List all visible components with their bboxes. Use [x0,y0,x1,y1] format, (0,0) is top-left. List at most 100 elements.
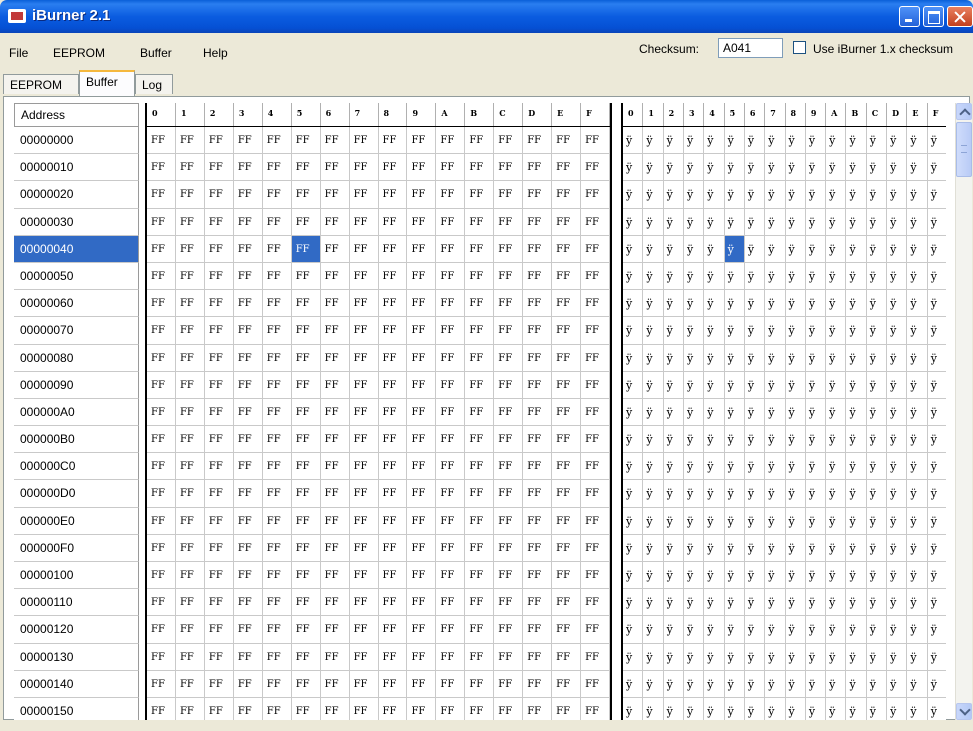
hex-cell[interactable]: FF [321,181,350,208]
ascii-cell[interactable]: ÿ [928,263,946,289]
hex-cell[interactable]: FF [234,670,263,697]
hex-cell[interactable]: FF [494,589,524,616]
hex-cell[interactable]: FF [147,317,176,344]
hex-cell[interactable]: FF [263,398,292,426]
hex-cell[interactable]: FF [176,426,205,453]
hex-cell[interactable]: FF [465,181,495,208]
hex-cell[interactable]: FF [147,534,176,561]
ascii-cell[interactable]: ÿ [643,670,664,697]
ascii-cell[interactable]: ÿ [867,344,888,371]
ascii-cell[interactable]: ÿ [826,371,847,398]
ascii-cell[interactable]: ÿ [643,154,664,181]
ascii-cell[interactable]: ÿ [623,371,644,398]
ascii-cell[interactable]: ÿ [684,643,705,670]
hex-cell[interactable]: FF [581,643,610,670]
address-cell[interactable]: 00000140 [14,670,139,698]
ascii-cell[interactable]: ÿ [928,562,946,588]
hex-cell[interactable]: FF [292,562,321,589]
ascii-cell[interactable]: ÿ [745,643,766,670]
ascii-cell[interactable]: ÿ [907,208,928,235]
ascii-cell[interactable]: ÿ [928,290,946,316]
hex-cell[interactable]: FF [263,317,292,344]
hex-cell[interactable]: FF [436,290,466,317]
ascii-cell[interactable]: ÿ [664,616,684,643]
hex-cell[interactable]: FF [581,398,610,426]
hex-cell[interactable]: FF [234,589,263,616]
ascii-cell[interactable]: ÿ [643,616,664,643]
ascii-cell[interactable]: ÿ [765,371,786,398]
hex-cell[interactable]: FF [407,290,437,317]
hex-cell[interactable]: FF [465,589,495,616]
hex-cell[interactable]: FF [292,127,321,154]
hex-cell[interactable]: FF [581,534,610,561]
ascii-cell[interactable]: ÿ [725,697,745,720]
hex-cell[interactable]: FF [176,643,205,670]
ascii-cell[interactable]: ÿ [745,208,766,235]
hex-cell[interactable]: FF [407,371,437,398]
ascii-cell[interactable]: ÿ [887,507,908,534]
hex-cell[interactable]: FF [263,616,292,643]
hex-cell[interactable]: FF [436,589,466,616]
ascii-cell[interactable]: ÿ [684,453,705,480]
ascii-cell[interactable]: ÿ [623,670,644,697]
ascii-cell[interactable]: ÿ [704,181,725,208]
address-cell[interactable]: 000000C0 [14,453,139,481]
hex-cell[interactable]: FF [321,317,350,344]
ascii-cell[interactable]: ÿ [907,154,928,181]
ascii-cell[interactable]: ÿ [826,670,847,697]
ascii-cell[interactable]: ÿ [806,371,827,398]
hex-cell[interactable]: FF [291,235,321,262]
ascii-cell[interactable]: ÿ [684,480,705,507]
ascii-cell[interactable]: ÿ [704,371,725,398]
ascii-cell[interactable]: ÿ [765,290,786,317]
ascii-cell[interactable]: ÿ [664,262,684,290]
hex-cell[interactable]: FF [292,208,321,235]
ascii-cell[interactable]: ÿ [765,262,786,290]
hex-cell[interactable]: FF [494,426,524,453]
hex-cell[interactable]: FF [552,290,582,317]
hex-cell[interactable]: FF [407,670,437,697]
address-cell[interactable]: 00000080 [14,344,139,372]
hex-cell[interactable]: FF [205,453,234,480]
hex-cell[interactable]: FF [581,616,610,643]
hex-cell[interactable]: FF [581,480,610,507]
hex-cell[interactable]: FF [205,317,234,344]
ascii-cell[interactable]: ÿ [684,507,705,534]
ascii-cell[interactable]: ÿ [704,317,725,344]
ascii-cell[interactable]: ÿ [623,181,644,208]
hex-cell[interactable]: FF [176,181,205,208]
ascii-cell[interactable]: ÿ [867,181,888,208]
ascii-cell[interactable]: ÿ [745,371,766,398]
hex-cell[interactable]: FF [552,344,582,371]
ascii-cell[interactable]: ÿ [725,317,745,344]
hex-cell[interactable]: FF [234,262,263,290]
hex-cell[interactable]: FF [292,344,321,371]
ascii-cell[interactable]: ÿ [907,290,928,317]
ascii-cell[interactable]: ÿ [684,670,705,697]
hex-cell[interactable]: FF [292,154,321,181]
hex-cell[interactable]: FF [263,426,292,453]
hex-cell[interactable]: FF [523,453,553,480]
ascii-cell[interactable]: ÿ [704,290,725,317]
ascii-cell[interactable]: ÿ [928,181,946,207]
hex-cell[interactable]: FF [581,208,610,235]
hex-cell[interactable]: FF [263,371,292,398]
hex-cell[interactable]: FF [552,670,582,697]
hex-cell[interactable]: FF [494,290,524,317]
hex-cell[interactable]: FF [523,697,553,720]
hex-cell[interactable]: FF [234,480,263,507]
hex-cell[interactable]: FF [494,453,524,480]
ascii-cell[interactable]: ÿ [765,235,786,262]
ascii-cell[interactable]: ÿ [826,127,847,154]
ascii-cell[interactable]: ÿ [806,290,827,317]
ascii-cell[interactable]: ÿ [704,507,725,534]
ascii-cell[interactable]: ÿ [786,208,806,235]
ascii-cell[interactable]: ÿ [765,344,786,371]
address-cell[interactable]: 00000010 [14,154,139,182]
ascii-cell[interactable]: ÿ [887,181,908,208]
hex-cell[interactable]: FF [552,235,582,262]
hex-cell[interactable]: FF [147,697,176,720]
hex-cell[interactable]: FF [465,616,495,643]
ascii-cell[interactable]: ÿ [826,398,847,426]
hex-cell[interactable]: FF [350,262,379,290]
